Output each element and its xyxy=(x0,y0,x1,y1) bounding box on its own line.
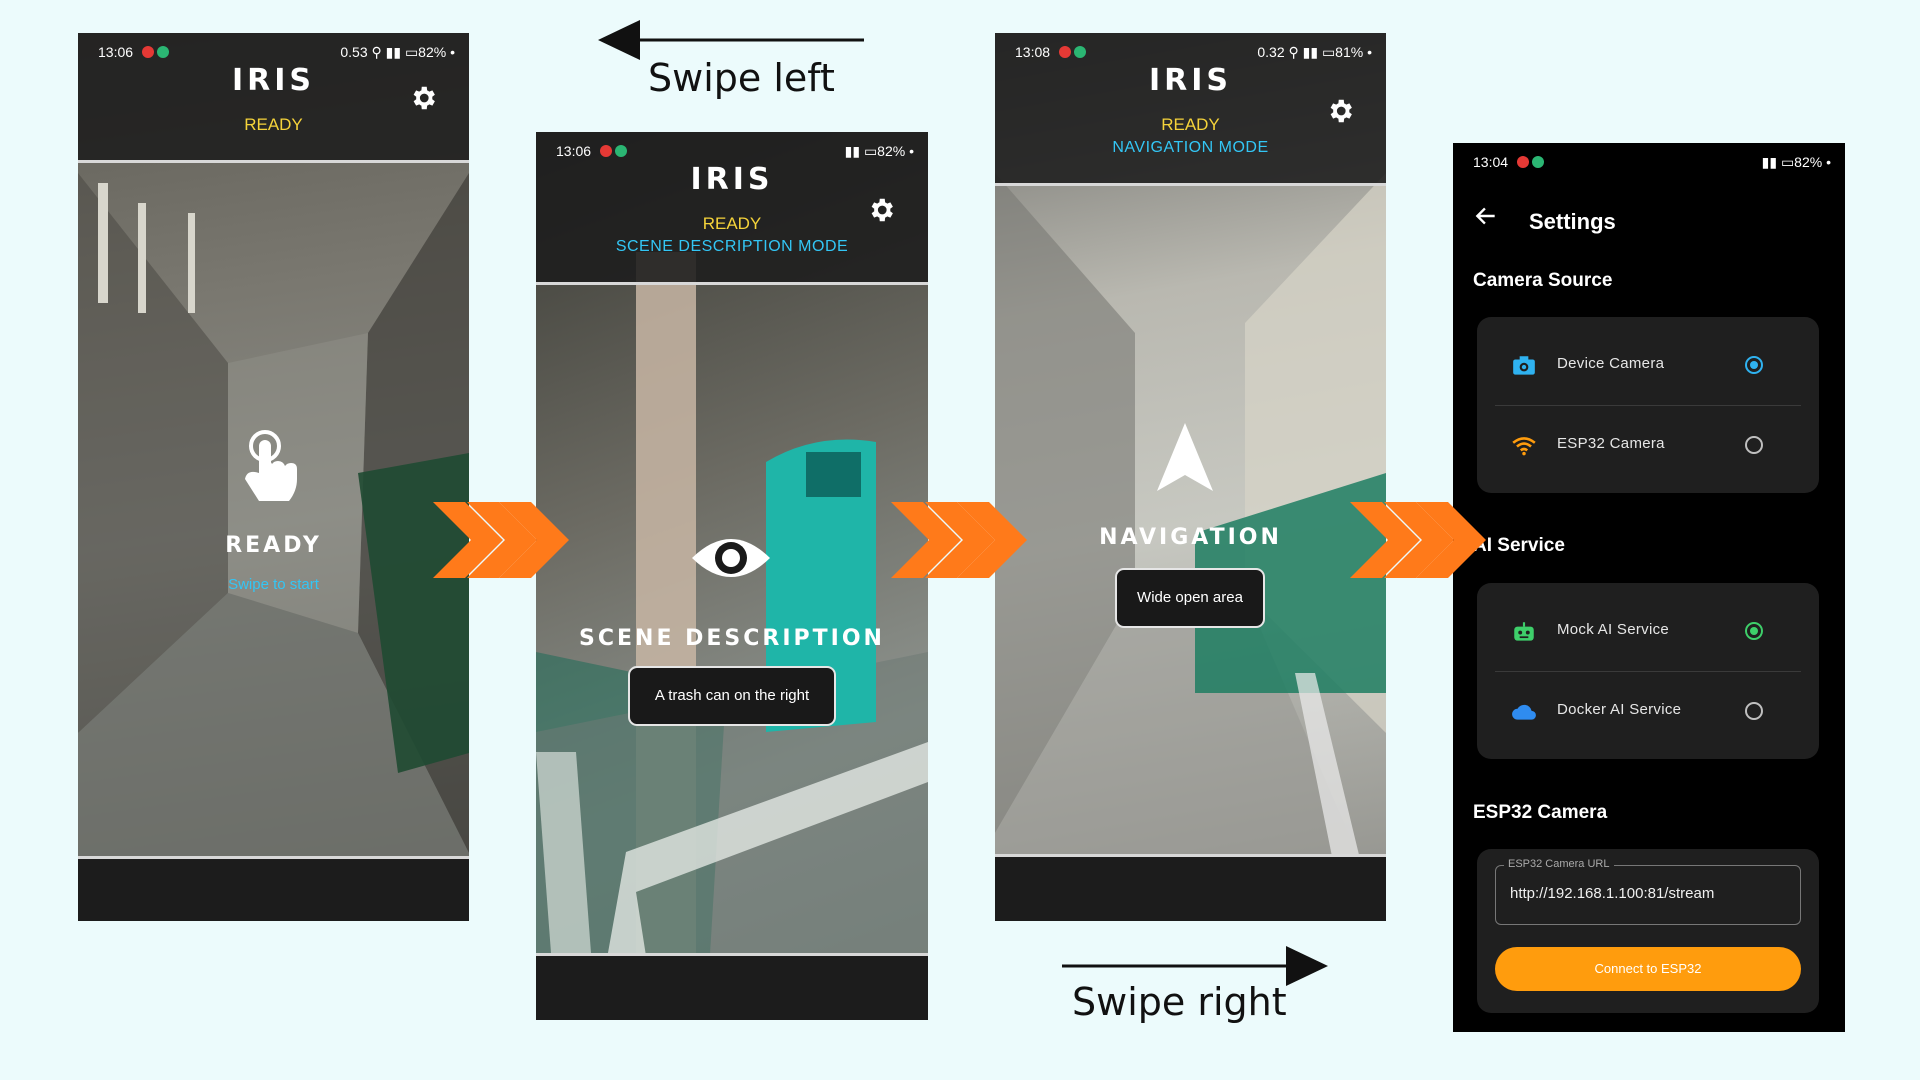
ai-service-card: Mock AI Service Docker AI Service xyxy=(1477,583,1819,759)
status-right: ▮▮ ▭82% • xyxy=(1761,154,1831,170)
mode-label: NAVIGATION xyxy=(1099,525,1282,550)
bottom-bar xyxy=(536,953,928,1020)
option-docker-ai[interactable]: Docker AI Service xyxy=(1477,673,1819,751)
notification-icons xyxy=(600,144,630,158)
mode-text: SCENE DESCRIPTION MODE xyxy=(615,238,849,255)
radio-docker-ai[interactable] xyxy=(1745,702,1763,720)
option-mock-ai[interactable]: Mock AI Service xyxy=(1477,593,1819,671)
settings-gear-icon[interactable] xyxy=(1325,96,1355,126)
phone-screen-settings: 13:04 ▮▮ ▭82% • Settings Camera Source D… xyxy=(1453,143,1845,1032)
status-right: ▮▮ ▭82% • xyxy=(844,143,914,159)
option-label: Mock AI Service xyxy=(1557,621,1670,638)
ai-service-heading: AI Service xyxy=(1473,535,1565,556)
option-esp32-camera[interactable]: ESP32 Camera xyxy=(1477,407,1819,485)
status-bar: 13:04 ▮▮ ▭82% • xyxy=(1453,143,1845,181)
settings-gear-icon[interactable] xyxy=(408,83,438,113)
status-time: 13:08 xyxy=(1015,44,1051,60)
robot-icon xyxy=(1514,622,1534,641)
notification-icons xyxy=(142,45,172,59)
status-time: 13:06 xyxy=(556,143,592,159)
connect-esp32-button[interactable]: Connect to ESP32 xyxy=(1495,947,1801,991)
app-title: IRIS xyxy=(1148,63,1233,98)
swipe-right-label: Swipe right xyxy=(1072,980,1287,1024)
notification-icons xyxy=(1517,155,1547,169)
radio-mock-ai[interactable] xyxy=(1745,622,1763,640)
bottom-bar xyxy=(995,854,1386,921)
tap-hand-icon xyxy=(245,430,297,501)
settings-title: Settings xyxy=(1529,209,1616,234)
status-text: READY xyxy=(244,115,303,134)
scene-caption: A trash can on the right xyxy=(628,666,836,726)
navigation-caption: Wide open area xyxy=(1115,568,1265,628)
camera-source-card: Device Camera ESP32 Camera xyxy=(1477,317,1819,493)
status-time: 13:04 xyxy=(1473,154,1509,170)
option-label: Device Camera xyxy=(1557,355,1665,372)
eye-icon xyxy=(692,539,770,577)
status-right: 0.32 ⚲ ▮▮ ▭81% • xyxy=(1257,44,1372,60)
phone-screen-ready: 13:06 0.53 ⚲ ▮▮ ▭82% • IRIS READY READY … xyxy=(78,33,469,921)
navigation-arrow-icon xyxy=(1157,423,1213,491)
settings-gear-icon[interactable] xyxy=(866,195,896,225)
swipe-left-label: Swipe left xyxy=(648,56,835,100)
phone-screen-scene-description: 13:06 ▮▮ ▭82% • IRIS READY SCENE DESCRIP… xyxy=(536,132,928,1020)
esp32-camera-heading: ESP32 Camera xyxy=(1473,802,1608,823)
divider xyxy=(1495,405,1801,406)
transition-chevrons-1 xyxy=(433,502,569,578)
esp32-url-input[interactable] xyxy=(1508,884,1792,903)
app-title: IRIS xyxy=(690,162,774,197)
esp32-url-field[interactable]: ESP32 Camera URL xyxy=(1495,858,1801,925)
phone-screen-navigation: 13:08 0.32 ⚲ ▮▮ ▭81% • IRIS READY NAVIGA… xyxy=(995,33,1386,921)
mode-label: SCENE DESCRIPTION xyxy=(579,626,885,651)
back-arrow-icon[interactable] xyxy=(1473,203,1499,229)
radio-device-camera[interactable] xyxy=(1745,356,1763,374)
camera-icon xyxy=(1513,356,1535,375)
transition-chevrons-3 xyxy=(1350,502,1486,578)
url-field-label: ESP32 Camera URL xyxy=(1504,858,1614,870)
option-label: Docker AI Service xyxy=(1557,701,1682,718)
mode-text: NAVIGATION MODE xyxy=(1112,139,1269,156)
status-right: 0.53 ⚲ ▮▮ ▭82% • xyxy=(340,44,455,60)
wifi-icon xyxy=(1512,437,1536,456)
radio-esp32-camera[interactable] xyxy=(1745,436,1763,454)
divider xyxy=(1495,671,1801,672)
option-device-camera[interactable]: Device Camera xyxy=(1477,327,1819,405)
mode-label: READY xyxy=(225,533,322,558)
notification-icons xyxy=(1059,45,1089,59)
cloud-icon xyxy=(1512,704,1536,720)
status-time: 13:06 xyxy=(98,44,134,60)
option-label: ESP32 Camera xyxy=(1557,435,1665,452)
camera-source-heading: Camera Source xyxy=(1473,270,1613,291)
transition-chevrons-2 xyxy=(891,502,1027,578)
bottom-bar xyxy=(78,856,469,921)
swipe-hint: Swipe to start xyxy=(228,576,319,593)
